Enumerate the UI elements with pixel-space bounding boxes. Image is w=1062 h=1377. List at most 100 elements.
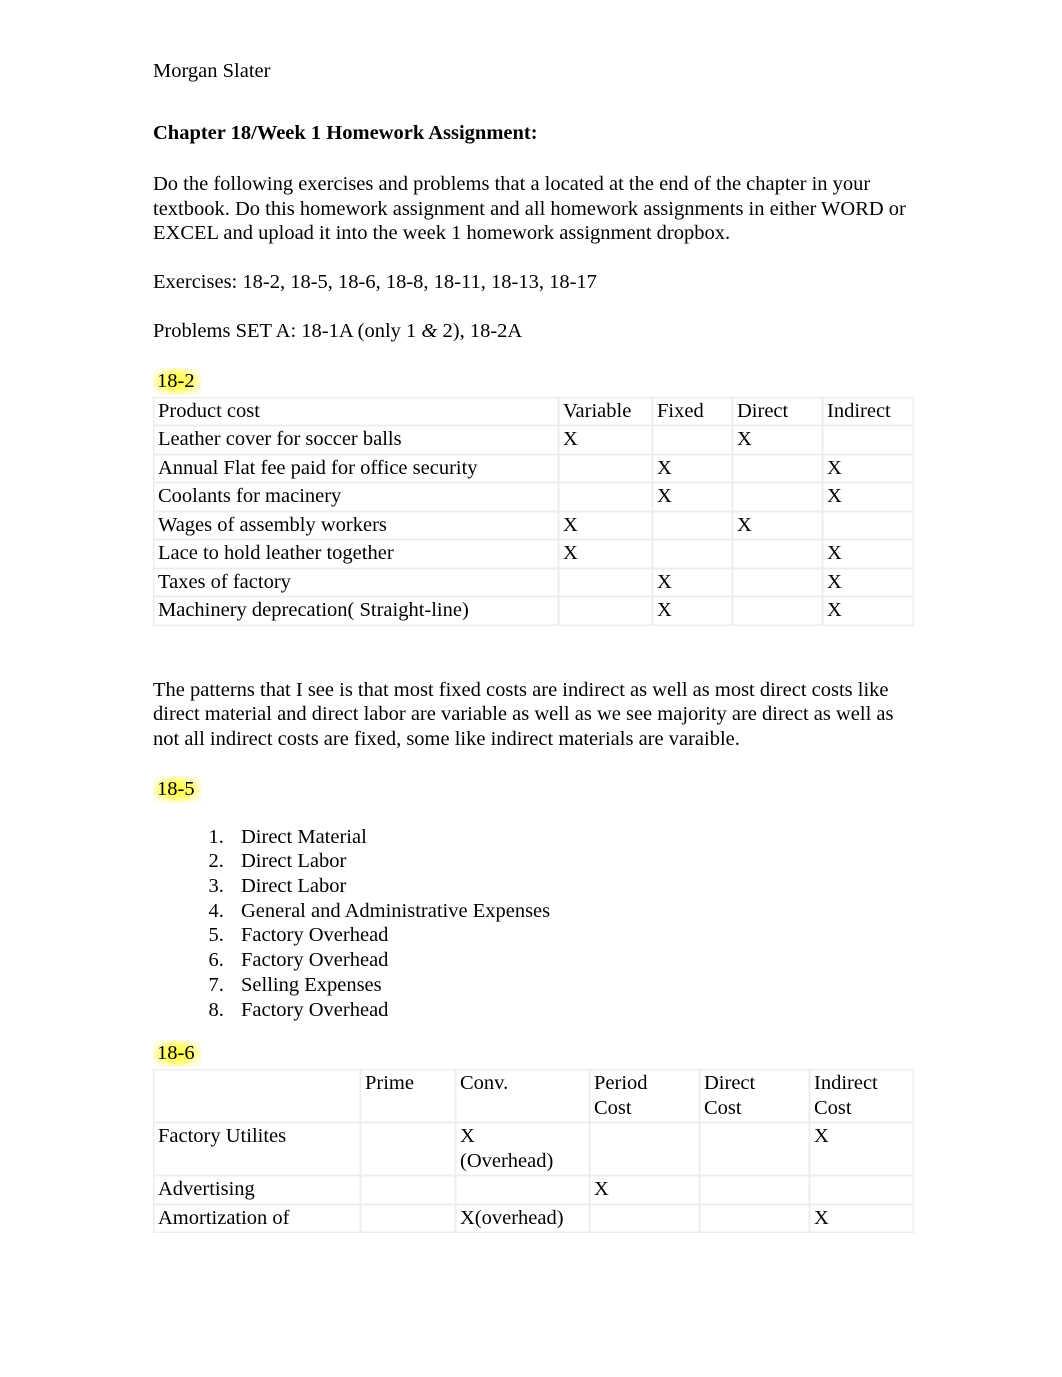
document-title: Chapter 18/Week 1 Homework Assignment:	[153, 122, 538, 144]
cell-direct	[732, 482, 823, 512]
table-row: Amortization of X(overhead) X	[153, 1203, 914, 1234]
header-line-1: Direct	[704, 1072, 756, 1095]
cell-header-period-cost: Period Cost	[589, 1069, 700, 1124]
cell-prime	[360, 1203, 456, 1234]
cell-prime	[360, 1122, 456, 1177]
table-row: Taxes of factory X X	[153, 567, 914, 598]
list-item: Direct Material	[229, 825, 913, 850]
cell-period-cost: X	[589, 1175, 700, 1205]
table-row: Advertising X	[153, 1175, 914, 1205]
header-line-2: Cost	[704, 1096, 742, 1119]
table-18-6: Prime Conv. Period Cost Direct Cost Indire…	[153, 1069, 914, 1234]
cell-indirect-cost	[809, 1175, 914, 1205]
exercises-line: Exercises: 18-2, 18-5, 18-6, 18-8, 18-11…	[153, 271, 597, 294]
section-label-18-5-wrap: 18-5	[153, 775, 913, 803]
intro-paragraph: Do the following exercises and problems …	[153, 173, 906, 245]
cell-prime	[360, 1175, 456, 1205]
cell-header-direct: Direct	[732, 396, 823, 427]
cell-fixed	[652, 510, 733, 541]
cell-header-variable: Variable	[558, 396, 653, 427]
table-row: Annual Flat fee paid for office security…	[153, 453, 914, 484]
cell-item-name: Coolants for macinery	[153, 482, 559, 512]
cell-fixed	[652, 539, 733, 569]
table-row: Machinery deprecation( Straight-line) X …	[153, 596, 914, 626]
cell-direct-cost	[699, 1175, 810, 1205]
list-item: Factory Overhead	[229, 948, 913, 973]
list-item: Factory Overhead	[229, 998, 913, 1023]
table-row-header: Product cost Variable Fixed Direct Indir…	[153, 396, 914, 427]
list-item: Selling Expenses	[229, 973, 913, 998]
cell-variable	[558, 596, 653, 626]
cell-fixed	[652, 425, 733, 455]
table-row: Lace to hold leather together X X	[153, 539, 914, 569]
table-row: Leather cover for soccer balls X X	[153, 425, 914, 455]
conv-line-2: (Overhead)	[460, 1149, 554, 1172]
section-label-18-2: 18-2	[153, 367, 201, 395]
cell-direct	[732, 567, 823, 598]
table-row: Wages of assembly workers X X	[153, 510, 914, 541]
cell-header-indirect-cost: Indirect Cost	[809, 1069, 914, 1124]
header-line-1: Period	[594, 1072, 648, 1095]
cell-direct: X	[732, 510, 823, 541]
cell-item-name: Wages of assembly workers	[153, 510, 559, 541]
cell-direct	[732, 596, 823, 626]
cell-conv	[455, 1175, 590, 1205]
cell-item-name: Amortization of	[153, 1203, 361, 1234]
conv-line-1: X	[460, 1125, 475, 1148]
cell-indirect: X	[822, 539, 914, 569]
cell-direct: X	[732, 425, 823, 455]
cell-conv: X(overhead)	[455, 1203, 590, 1234]
cell-variable	[558, 567, 653, 598]
cell-direct	[732, 453, 823, 484]
cell-header-conv: Conv.	[455, 1069, 590, 1124]
cell-variable: X	[558, 510, 653, 541]
list-item: General and Administrative Expenses	[229, 899, 913, 924]
section-label-18-2-wrap: 18-2	[153, 367, 913, 395]
cell-header-indirect: Indirect	[822, 396, 914, 427]
cell-item-name: Taxes of factory	[153, 567, 559, 598]
cell-indirect: X	[822, 453, 914, 484]
cell-indirect	[822, 425, 914, 455]
document-body: Morgan Slater Chapter 18/Week 1 Homework…	[153, 58, 914, 1234]
cell-indirect: X	[822, 482, 914, 512]
section-label-18-6: 18-6	[153, 1040, 201, 1068]
list-item: Direct Labor	[229, 874, 913, 899]
cell-variable	[558, 482, 653, 512]
list-item: Factory Overhead	[229, 923, 913, 948]
cell-indirect	[822, 510, 914, 541]
list-18-5: Direct Material Direct Labor Direct Labo…	[153, 825, 913, 1023]
cell-indirect: X	[822, 567, 914, 598]
cell-variable: X	[558, 425, 653, 455]
cell-conv: X (Overhead)	[455, 1122, 590, 1177]
cell-item-name: Annual Flat fee paid for office security	[153, 453, 559, 484]
problems-line: Problems SET A: 18-1A (only 1 & 2), 18-2…	[153, 319, 913, 344]
cell-item-name: Lace to hold leather together	[153, 539, 559, 569]
table-row-header: Prime Conv. Period Cost Direct Cost Indire…	[153, 1069, 914, 1124]
problems-line-prefix: Problems SET A: 18-1A (only 1	[153, 319, 422, 342]
cell-item-name: Factory Utilites	[153, 1122, 361, 1177]
document-page: Morgan Slater Chapter 18/Week 1 Homework…	[0, 0, 1062, 1377]
problems-line-suffix: 2), 18-2A	[437, 319, 523, 342]
cell-direct-cost	[699, 1203, 810, 1234]
header-line-2: Cost	[594, 1096, 632, 1119]
cell-fixed: X	[652, 567, 733, 598]
cell-period-cost	[589, 1122, 700, 1177]
cell-header-prime: Prime	[360, 1069, 456, 1124]
cell-item-name: Machinery deprecation( Straight-line)	[153, 596, 559, 626]
cell-fixed: X	[652, 453, 733, 484]
table-18-2: Product cost Variable Fixed Direct Indir…	[153, 396, 914, 626]
header-line-1: Indirect	[814, 1072, 878, 1095]
cell-item-name: Leather cover for soccer balls	[153, 425, 559, 455]
list-item: Direct Labor	[229, 849, 913, 874]
cell-header-fixed: Fixed	[652, 396, 733, 427]
ampersand-glyph: &	[421, 319, 438, 342]
cell-indirect: X	[822, 596, 914, 626]
section-label-18-5: 18-5	[153, 775, 201, 803]
cell-indirect-cost: X	[809, 1203, 914, 1234]
table-row: Factory Utilites X (Overhead) X	[153, 1122, 914, 1177]
cell-period-cost	[589, 1203, 700, 1234]
cell-fixed: X	[652, 596, 733, 626]
cell-variable: X	[558, 539, 653, 569]
